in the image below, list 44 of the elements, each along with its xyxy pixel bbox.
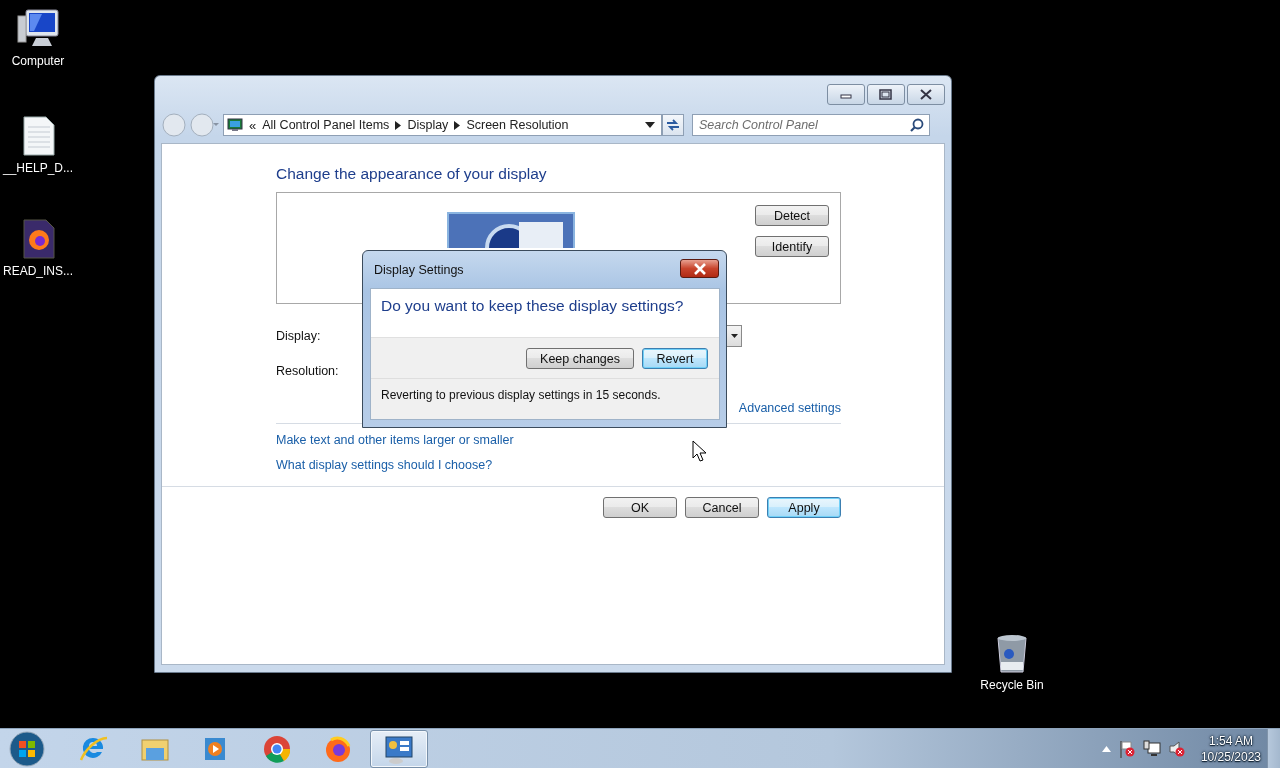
desktop-icon-label[interactable]: __HELP_D... xyxy=(2,161,73,175)
minimize-button[interactable] xyxy=(827,84,865,105)
speaker-muted-icon[interactable] xyxy=(1167,739,1186,758)
breadcrumb-arrow-icon[interactable] xyxy=(395,120,402,130)
desktop-icon-label[interactable]: Computer xyxy=(11,54,65,68)
help-link[interactable]: Make text and other items larger or smaller xyxy=(276,433,514,449)
breadcrumb-item[interactable]: Screen Resolution xyxy=(466,118,569,132)
breadcrumb-item[interactable]: Display xyxy=(407,118,449,132)
maximize-button[interactable] xyxy=(867,84,905,105)
search-field[interactable]: Search Control Panel xyxy=(692,114,930,136)
monitor-button[interactable]: Identify xyxy=(755,236,829,257)
flag-error-icon[interactable] xyxy=(1117,739,1136,758)
search-icon[interactable] xyxy=(910,118,924,132)
page-heading: Change the appearance of your display xyxy=(276,165,548,184)
field-label: Display: xyxy=(276,328,322,343)
dropdown-arrow-icon[interactable] xyxy=(730,333,738,338)
field-label: Resolution: xyxy=(276,363,340,378)
countdown-text: Reverting to previous display settings in 15 seconds. xyxy=(371,379,719,419)
breadcrumb-chevron[interactable]: « xyxy=(249,117,257,133)
monitor-icon[interactable] xyxy=(447,212,575,248)
address-bar[interactable]: « All Control Panel Items Display Screen Resolution xyxy=(223,114,662,136)
help-link[interactable]: What display settings should I choose? xyxy=(276,458,493,474)
dialog-button[interactable]: Cancel xyxy=(685,497,759,518)
dialog-button[interactable]: Revert xyxy=(642,348,708,369)
dialog-title: Display Settings xyxy=(374,262,464,277)
start-button[interactable] xyxy=(8,729,46,768)
advanced-settings-link[interactable]: Advanced settings xyxy=(738,401,841,415)
close-icon[interactable] xyxy=(692,262,707,275)
dialog-button[interactable]: Apply xyxy=(767,497,841,518)
show-hidden-icons-button[interactable] xyxy=(1101,745,1111,752)
cursor-icon xyxy=(692,440,706,462)
control-panel-icon xyxy=(227,118,243,132)
desktop-icon-label[interactable]: READ_INS... xyxy=(3,264,73,278)
dropdown-arrow-icon[interactable] xyxy=(645,122,655,128)
breadcrumb-item[interactable]: All Control Panel Items xyxy=(262,118,390,132)
close-button[interactable] xyxy=(907,84,945,105)
dialog-button[interactable]: OK xyxy=(603,497,677,518)
desktop-icon-label[interactable]: Recycle Bin xyxy=(980,678,1044,692)
breadcrumb-arrow-icon[interactable] xyxy=(454,120,461,130)
monitor-button[interactable]: Detect xyxy=(755,205,829,226)
close-button[interactable] xyxy=(680,259,719,278)
taskbar-button[interactable] xyxy=(370,729,428,768)
dialog-button[interactable]: Keep changes xyxy=(526,348,634,369)
network-icon[interactable] xyxy=(1142,739,1161,758)
